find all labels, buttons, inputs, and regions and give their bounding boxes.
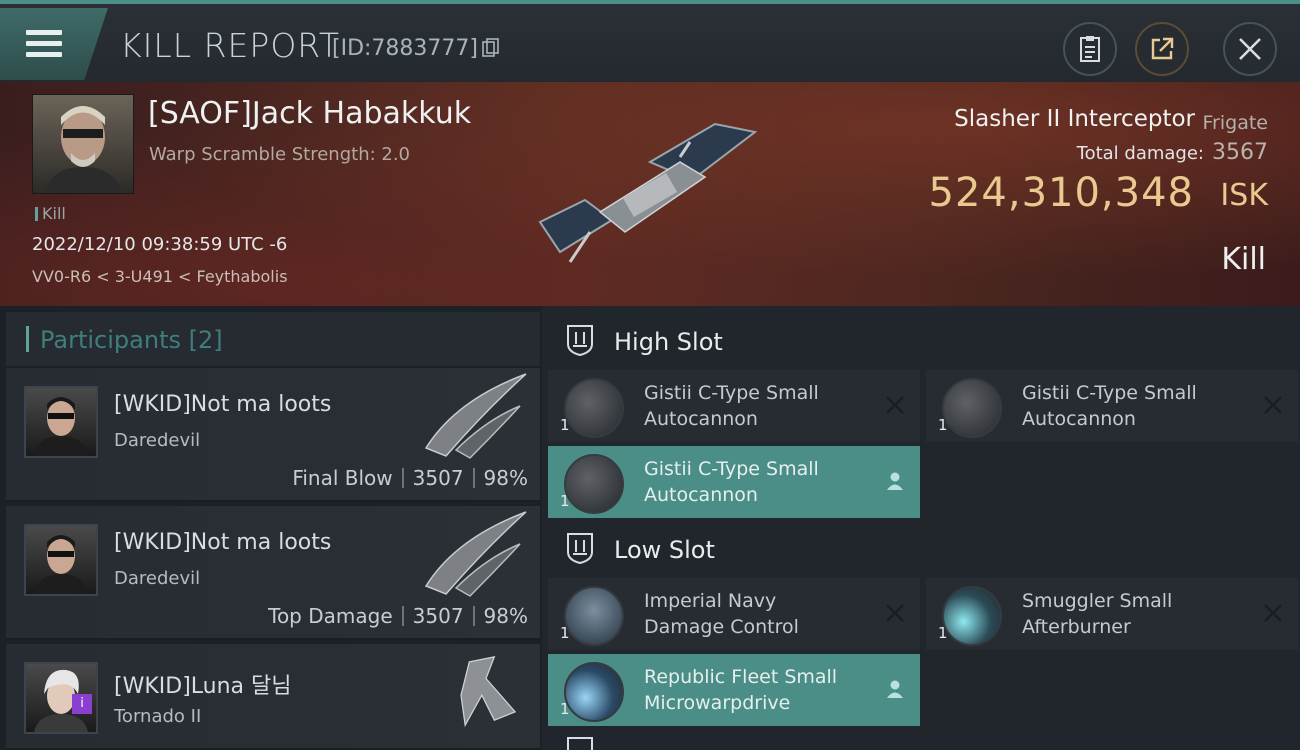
module-name-line2: Autocannon [644, 484, 758, 506]
victim-ship-class: Frigate [1202, 112, 1268, 134]
person-icon [887, 680, 903, 698]
x-mark-icon [1264, 396, 1282, 414]
warp-scramble-strength: Warp Scramble Strength: 2.0 [149, 144, 411, 165]
participant-role: Top Damage [268, 604, 393, 628]
x-mark-icon [886, 604, 904, 622]
slot-shield-icon [567, 325, 593, 356]
page-title: KILL REPORT [120, 26, 340, 65]
module-name-line2: Microwarpdrive [644, 692, 791, 714]
hamburger-icon [26, 30, 62, 63]
low-slot-label: Low Slot [614, 536, 715, 564]
title-bar: KILL REPORT [ID:7883777] [0, 0, 1300, 82]
victim-ship-name[interactable]: Slasher II Interceptor [954, 106, 1195, 132]
clipboard-button[interactable] [1063, 22, 1117, 76]
participant-row[interactable]: [WKID]Not ma loots Daredevil Final Blow 3… [6, 368, 540, 502]
participant-badge: i [72, 694, 92, 714]
low-slot-header: Low Slot [548, 518, 1300, 578]
outcome-label: Kill [1221, 242, 1266, 277]
autocannon-icon [942, 378, 1002, 438]
participant-damage: 3507 [412, 466, 464, 490]
participant-ship: Daredevil [114, 568, 201, 589]
high-slot-label: High Slot [614, 328, 723, 356]
kill-datetime: 2022/12/10 09:38:59 UTC -6 [32, 234, 288, 255]
x-mark-icon [886, 396, 904, 414]
mid-slot-header [548, 730, 1300, 750]
participant-role: Final Blow [292, 466, 393, 490]
participant-name: [WKID]Not ma loots [114, 530, 332, 555]
participants-label: Participants [40, 326, 181, 354]
avatar [24, 524, 98, 596]
module-slot[interactable]: 1 Smuggler Small Afterburner [926, 578, 1298, 650]
victim-avatar[interactable] [32, 94, 134, 194]
autocannon-icon [564, 454, 624, 514]
module-qty: 1 [560, 624, 570, 642]
report-id: [ID:7883777] [332, 36, 478, 61]
module-qty: 1 [560, 416, 570, 434]
autocannon-icon [564, 378, 624, 438]
total-damage-value: 3567 [1212, 140, 1268, 165]
close-button[interactable] [1223, 22, 1277, 76]
slot-shield-icon [567, 737, 593, 750]
module-name: Republic Fleet Small [644, 666, 838, 688]
module-qty: 1 [938, 624, 948, 642]
module-slot[interactable]: 1 Gistii C-Type Small Autocannon [548, 370, 920, 442]
participants-count: [2] [188, 326, 223, 354]
afterburner-icon [942, 586, 1002, 646]
participant-ship-image [460, 655, 517, 728]
participant-name: [WKID]Not ma loots [114, 392, 332, 417]
participant-name: [WKID]Luna 달님 [114, 674, 292, 699]
kill-location[interactable]: VV0-R6 < 3-U491 < Feythabolis [32, 267, 288, 286]
module-qty: 1 [938, 416, 948, 434]
menu-button[interactable] [0, 8, 108, 80]
module-name: Smuggler Small [1022, 590, 1173, 612]
isk-unit: ISK [1220, 178, 1268, 213]
person-icon [887, 472, 903, 490]
module-name-line2: Afterburner [1022, 616, 1131, 638]
module-qty: 1 [560, 492, 570, 510]
isk-value: 524,310,348 [928, 170, 1194, 216]
participant-row[interactable]: i [WKID]Luna 달님 Tornado II [6, 644, 540, 750]
participant-percent: 98% [483, 466, 528, 490]
slot-shield-icon [567, 533, 593, 564]
share-button[interactable] [1135, 22, 1189, 76]
module-name: Gistii C-Type Small [644, 458, 819, 480]
module-name-line2: Damage Control [644, 616, 799, 638]
module-name: Imperial Navy [644, 590, 777, 612]
module-name-line2: Autocannon [644, 408, 758, 430]
module-slot[interactable]: 1 Gistii C-Type Small Autocannon [548, 446, 920, 518]
module-name: Gistii C-Type Small [644, 382, 819, 404]
module-slot[interactable]: 1 Republic Fleet Small Microwarpdrive [548, 654, 920, 726]
high-slot-header: High Slot [548, 310, 1300, 370]
victim-name[interactable]: [SAOF]Jack Habakkuk [148, 96, 471, 131]
share-icon [1151, 37, 1174, 60]
module-name: Gistii C-Type Small [1022, 382, 1197, 404]
status-tag: Kill [35, 204, 66, 223]
participant-percent: 98% [483, 604, 528, 628]
module-name-line2: Autocannon [1022, 408, 1136, 430]
victim-panel: [SAOF]Jack Habakkuk Warp Scramble Streng… [0, 82, 1300, 306]
copy-icon[interactable] [482, 38, 500, 58]
x-mark-icon [1264, 604, 1282, 622]
module-slot[interactable]: 1 Gistii C-Type Small Autocannon [926, 370, 1298, 442]
participant-ship-image [424, 511, 527, 597]
participant-row[interactable]: [WKID]Not ma loots Daredevil Top Damage 3… [6, 506, 540, 640]
module-qty: 1 [560, 700, 570, 718]
microwarpdrive-icon [564, 662, 624, 722]
clipboard-icon [1080, 36, 1100, 62]
total-damage-label: Total damage: [1076, 143, 1204, 164]
participant-ship: Tornado II [114, 706, 202, 727]
close-icon [1239, 38, 1261, 60]
module-slot[interactable]: 1 Imperial Navy Damage Control [548, 578, 920, 650]
participants-header: Participants [2] [6, 312, 540, 366]
participant-ship: Daredevil [114, 430, 201, 451]
damage-control-icon [564, 586, 624, 646]
participant-ship-image [424, 373, 527, 459]
participant-damage: 3507 [412, 604, 464, 628]
victim-ship-image[interactable] [530, 102, 770, 282]
avatar [24, 386, 98, 458]
